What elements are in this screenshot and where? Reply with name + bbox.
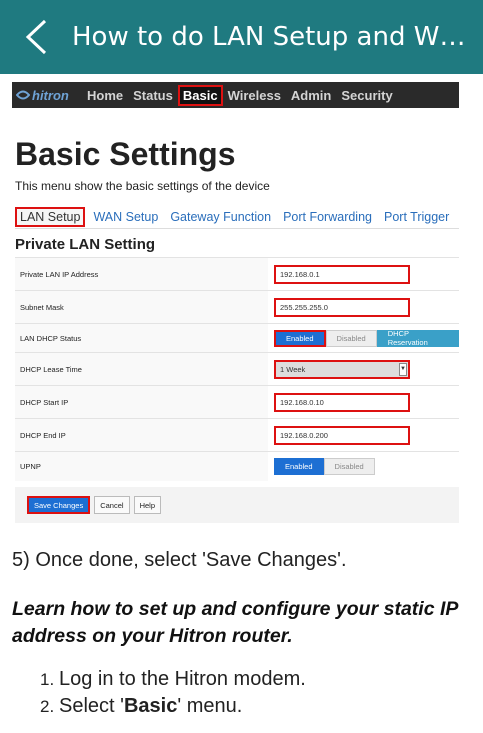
lan-settings-table: Private LAN IP Address 192.168.0.1 Subne… xyxy=(15,257,459,481)
tab-port-forwarding[interactable]: Port Forwarding xyxy=(277,210,378,224)
nav-status[interactable]: Status xyxy=(128,88,178,103)
row-label: LAN DHCP Status xyxy=(15,323,268,353)
list-item: 2. Select ' Basic ' menu. xyxy=(40,695,306,722)
row-label: Private LAN IP Address xyxy=(15,257,268,291)
row-label: DHCP End IP xyxy=(15,418,268,452)
dhcp-end-ip-input[interactable]: 192.168.0.200 xyxy=(274,425,410,445)
step-number: 1. xyxy=(40,670,55,689)
dhcp-enabled-button[interactable]: Enabled xyxy=(274,329,326,347)
table-row: LAN DHCP Status Enabled Disabled DHCP Re… xyxy=(15,323,459,353)
list-item: 1. Log in to the Hitron modem. xyxy=(40,668,306,695)
table-row: Subnet Mask 255.255.255.0 xyxy=(15,290,459,324)
dhcp-disabled-button[interactable]: Disabled xyxy=(325,329,377,347)
nav-security[interactable]: Security xyxy=(336,88,397,103)
nav-wireless[interactable]: Wireless xyxy=(223,88,286,103)
app-bar: How to do LAN Setup and W… xyxy=(0,0,483,74)
settings-subtitle: This menu show the basic settings of the… xyxy=(15,179,270,193)
tab-port-trigger[interactable]: Port Trigger xyxy=(378,210,455,224)
lease-time-select[interactable]: 1 Week ▼ xyxy=(274,359,410,379)
save-changes-button[interactable]: Save Changes xyxy=(27,496,91,514)
upnp-enabled-button[interactable]: Enabled xyxy=(274,457,324,475)
dhcp-reservation-button[interactable]: DHCP Reservation xyxy=(376,329,459,347)
dhcp-status-toggle: Enabled Disabled DHCP Reservation xyxy=(274,329,459,347)
step-text-post: ' menu. xyxy=(177,695,243,717)
nav-basic[interactable]: Basic xyxy=(177,84,223,106)
row-label: Subnet Mask xyxy=(15,290,268,324)
step-text-bold: Basic xyxy=(123,695,178,717)
row-label: DHCP Lease Time xyxy=(15,352,268,386)
router-nav-bar: hitron Home Status Basic Wireless Admin … xyxy=(12,82,459,108)
tab-lan-setup[interactable]: LAN Setup xyxy=(15,206,86,227)
step-text: 5) Once done, select 'Save Changes'. xyxy=(12,549,347,571)
page-title: How to do LAN Setup and W… xyxy=(72,22,466,52)
upnp-disabled-button[interactable]: Disabled xyxy=(323,457,375,475)
table-row: Private LAN IP Address 192.168.0.1 xyxy=(15,257,459,291)
table-row: DHCP Start IP 192.168.0.10 xyxy=(15,385,459,419)
steps-list: 1. Log in to the Hitron modem. 2. Select… xyxy=(40,668,306,722)
nav-admin[interactable]: Admin xyxy=(286,88,336,103)
form-actions: Save Changes Cancel Help xyxy=(15,487,459,523)
settings-tabs: LAN Setup WAN Setup Gateway Function Por… xyxy=(15,205,459,229)
tab-wan-setup[interactable]: WAN Setup xyxy=(87,210,164,224)
back-arrow-icon[interactable] xyxy=(0,0,72,74)
lease-time-value: 1 Week xyxy=(280,364,306,374)
nav-home[interactable]: Home xyxy=(82,88,128,103)
router-screenshot: hitron Home Status Basic Wireless Admin … xyxy=(12,82,459,523)
dhcp-start-ip-input[interactable]: 192.168.0.10 xyxy=(274,392,410,412)
table-row: UPNP Enabled Disabled xyxy=(15,451,459,481)
step-number: 2. xyxy=(40,697,55,716)
table-row: DHCP Lease Time 1 Week ▼ xyxy=(15,352,459,386)
section-heading: Private LAN Setting xyxy=(15,236,156,253)
row-label: UPNP xyxy=(15,451,268,481)
tab-gateway-function[interactable]: Gateway Function xyxy=(164,210,277,224)
upnp-toggle: Enabled Disabled xyxy=(274,457,459,475)
step-text: Log in to the Hitron modem. xyxy=(59,668,306,690)
row-label: DHCP Start IP xyxy=(15,385,268,419)
help-button[interactable]: Help xyxy=(133,496,161,514)
step-text-pre: Select ' xyxy=(59,695,124,717)
dropdown-arrow-icon: ▼ xyxy=(399,362,407,376)
lan-ip-input[interactable]: 192.168.0.1 xyxy=(274,264,410,284)
hitron-logo: hitron xyxy=(12,88,82,103)
article-heading: Learn how to set up and configure your s… xyxy=(12,598,458,647)
table-row: DHCP End IP 192.168.0.200 xyxy=(15,418,459,452)
subnet-mask-input[interactable]: 255.255.255.0 xyxy=(274,297,410,317)
settings-heading: Basic Settings xyxy=(15,136,236,172)
cancel-button[interactable]: Cancel xyxy=(94,496,130,514)
